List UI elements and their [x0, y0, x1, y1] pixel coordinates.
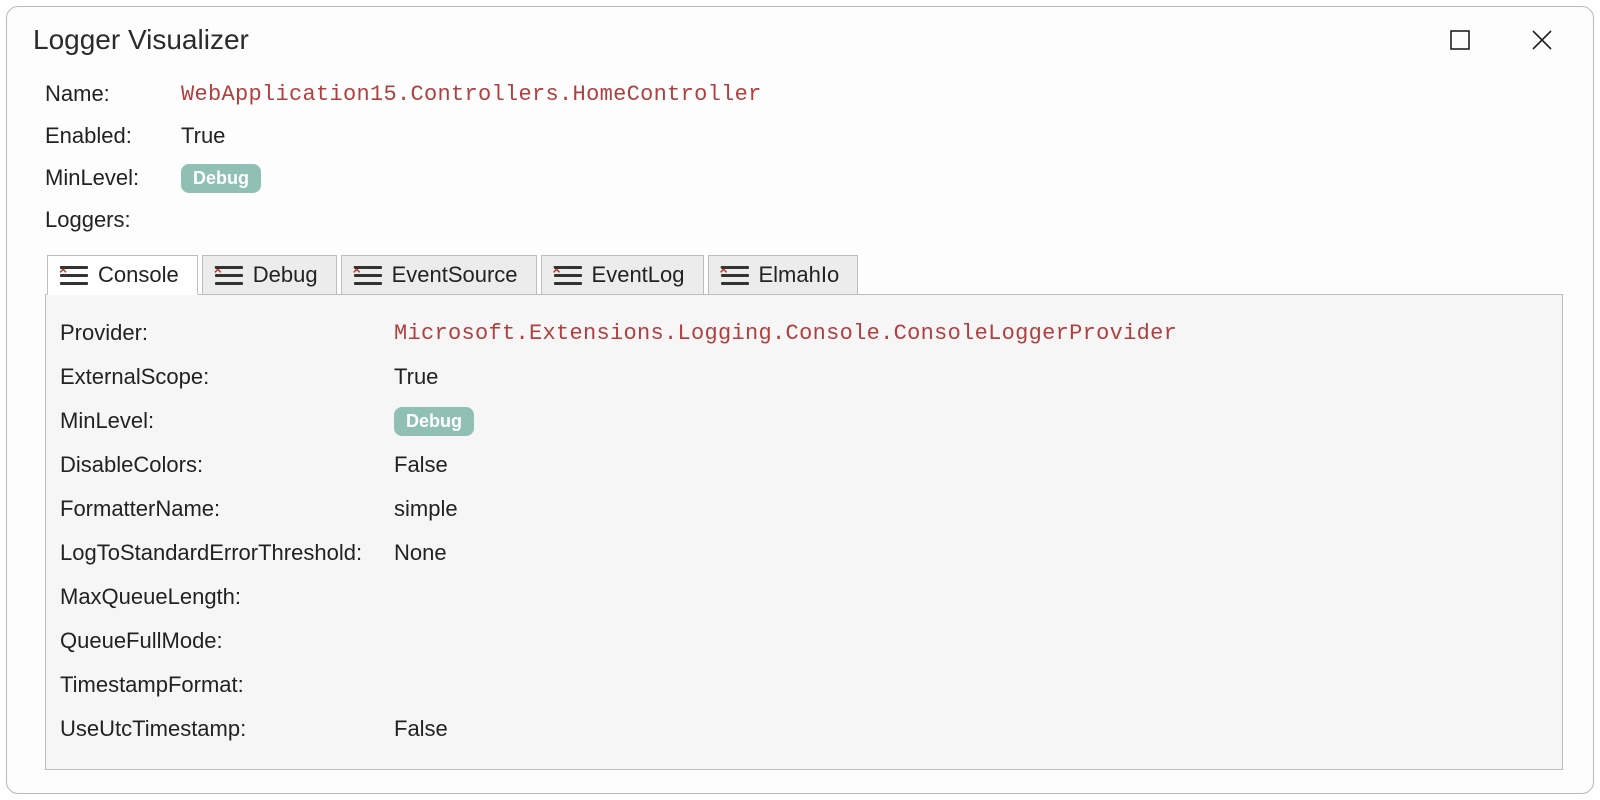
enabled-label: Enabled: — [45, 123, 181, 149]
property-row: MaxQueueLength: — [60, 575, 1548, 619]
tab-debug[interactable]: × Debug — [202, 255, 337, 295]
titlebar: Logger Visualizer — [7, 7, 1593, 73]
property-row: QueueFullMode: — [60, 619, 1548, 663]
name-value: WebApplication15.Controllers.HomeControl… — [181, 82, 762, 107]
property-row: MinLevel:Debug — [60, 399, 1548, 443]
logger-panel: Provider:Microsoft.Extensions.Logging.Co… — [45, 294, 1563, 770]
property-row: FormatterName:simple — [60, 487, 1548, 531]
log-list-icon: × — [554, 264, 582, 286]
property-row: TimestampFormat: — [60, 663, 1548, 707]
property-row: LogToStandardErrorThreshold:None — [60, 531, 1548, 575]
property-value: None — [394, 540, 447, 566]
tabs: × Console × Debug × EventSource × EventLog × Elma… — [47, 255, 1563, 295]
field-enabled: Enabled: True — [45, 115, 1563, 157]
property-value: Debug — [394, 407, 474, 436]
tab-label: EventLog — [592, 262, 685, 288]
tab-eventsource[interactable]: × EventSource — [341, 255, 537, 295]
tab-label: Debug — [253, 262, 318, 288]
property-label: UseUtcTimestamp: — [60, 716, 394, 742]
log-list-icon: × — [60, 264, 88, 286]
tab-eventlog[interactable]: × EventLog — [541, 255, 704, 295]
log-list-icon: × — [721, 264, 749, 286]
property-value: True — [394, 364, 438, 390]
property-label: ExternalScope: — [60, 364, 394, 390]
window-title: Logger Visualizer — [33, 24, 249, 56]
property-row: DisableColors:False — [60, 443, 1548, 487]
property-value: False — [394, 716, 448, 742]
log-list-icon: × — [354, 264, 382, 286]
property-label: QueueFullMode: — [60, 628, 394, 654]
property-label: DisableColors: — [60, 452, 394, 478]
field-minlevel: MinLevel: Debug — [45, 157, 1563, 199]
field-name: Name: WebApplication15.Controllers.HomeC… — [45, 73, 1563, 115]
tab-console[interactable]: × Console — [47, 255, 198, 295]
tab-label: ElmahIo — [759, 262, 840, 288]
loggers-label: Loggers: — [45, 207, 181, 233]
tab-label: EventSource — [392, 262, 518, 288]
property-label: MaxQueueLength: — [60, 584, 394, 610]
maximize-icon — [1449, 29, 1471, 51]
property-row: Provider:Microsoft.Extensions.Logging.Co… — [60, 311, 1548, 355]
close-button[interactable] — [1519, 17, 1565, 63]
property-label: LogToStandardErrorThreshold: — [60, 540, 394, 566]
property-value: simple — [394, 496, 458, 522]
log-list-icon: × — [215, 264, 243, 286]
field-loggers: Loggers: — [45, 199, 1563, 241]
minlevel-label: MinLevel: — [45, 165, 181, 191]
tab-elmahio[interactable]: × ElmahIo — [708, 255, 859, 295]
property-label: TimestampFormat: — [60, 672, 394, 698]
enabled-value: True — [181, 123, 225, 149]
name-label: Name: — [45, 81, 181, 107]
property-row: UseUtcTimestamp:False — [60, 707, 1548, 751]
minlevel-badge: Debug — [181, 164, 261, 193]
tab-label: Console — [98, 262, 179, 288]
property-label: Provider: — [60, 320, 394, 346]
maximize-button[interactable] — [1437, 17, 1483, 63]
property-row: ExternalScope:True — [60, 355, 1548, 399]
property-label: MinLevel: — [60, 408, 394, 434]
close-icon — [1530, 28, 1554, 52]
property-value: False — [394, 452, 448, 478]
property-label: FormatterName: — [60, 496, 394, 522]
body: Name: WebApplication15.Controllers.HomeC… — [7, 73, 1593, 770]
window: Logger Visualizer Name: WebApplication15… — [6, 6, 1594, 794]
property-value: Microsoft.Extensions.Logging.Console.Con… — [394, 321, 1177, 346]
